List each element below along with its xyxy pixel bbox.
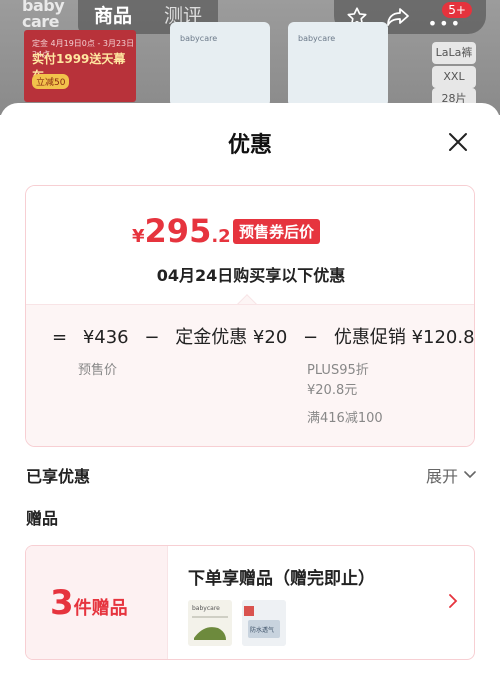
purchase-date-text: 04月24日购买享以下优惠 [156, 266, 346, 285]
expand-button[interactable]: 展开 [426, 463, 476, 487]
tab-product: 商品 [93, 5, 132, 27]
base-price-label: 预售价 [78, 363, 118, 378]
discount-sheet: 优惠 ¥295.2 预售券后价 04月24日购买享以下优惠 = ¥436 − 定… [0, 103, 500, 679]
presale-coupon-price-tag: 预售券后价 [233, 219, 321, 244]
gift-card[interactable]: 3件赠品 下单享赠品（赠完即止） babycare 防水透气 [25, 545, 475, 660]
brand-logo: baby care [22, 0, 65, 31]
gift-count: 3件赠品 [50, 583, 128, 623]
base-price: ¥436 [82, 327, 129, 348]
svg-text:防水透气: 防水透气 [250, 626, 274, 634]
deposit-discount: 定金优惠 ¥20 [175, 327, 288, 348]
plus-discount-label: PLUS95折 [307, 363, 369, 378]
svg-text:babycare: babycare [192, 605, 220, 612]
gift-count-panel: 3件赠品 [26, 546, 168, 659]
share-icon [387, 8, 409, 26]
size-option: LaLa裤 [432, 42, 476, 64]
close-icon[interactable] [446, 130, 470, 154]
final-price-section: ¥295.2 预售券后价 04月24日购买享以下优惠 [26, 186, 474, 304]
product-pack-image: babycare [288, 22, 388, 107]
price-breakdown-card: ¥295.2 预售券后价 04月24日购买享以下优惠 = ¥436 − 定金优惠… [25, 185, 475, 447]
full-reduction-label: 满416减100 [307, 411, 383, 426]
more-icon: ••• [427, 14, 462, 33]
gift-title: 下单享赠品（赠完即止） [188, 569, 375, 589]
price-formula-section: = ¥436 − 定金优惠 ¥20 − 优惠促销 ¥120.8 预售价 PLUS… [26, 304, 475, 446]
gift-thumbnail: babycare [188, 600, 232, 646]
price-formula: = ¥436 − 定金优惠 ¥20 − 优惠促销 ¥120.8 [52, 327, 475, 348]
background-product-page: baby care 商品 测评 5+ ••• 定金 4月19日0点 - 3月23… [0, 0, 500, 115]
plus-discount-amount: ¥20.8元 [307, 383, 358, 398]
chevron-down-icon [464, 471, 476, 479]
enjoyed-discount-label: 已享优惠 [26, 467, 91, 486]
promo-discount: 优惠促销 ¥120.8 [333, 327, 475, 348]
sheet-title: 优惠 [227, 133, 272, 158]
promo-banner: 定金 4月19日0点 - 3月23日24点 实付1999送天幕车 立减50 [24, 30, 136, 102]
product-pack-image: babycare [170, 22, 270, 107]
gift-section-label: 赠品 [26, 509, 59, 528]
size-option: XXL [432, 66, 476, 88]
gift-thumbnail: 防水透气 [242, 600, 286, 646]
final-price: ¥295.2 [132, 212, 231, 250]
chevron-right-icon [449, 594, 458, 608]
